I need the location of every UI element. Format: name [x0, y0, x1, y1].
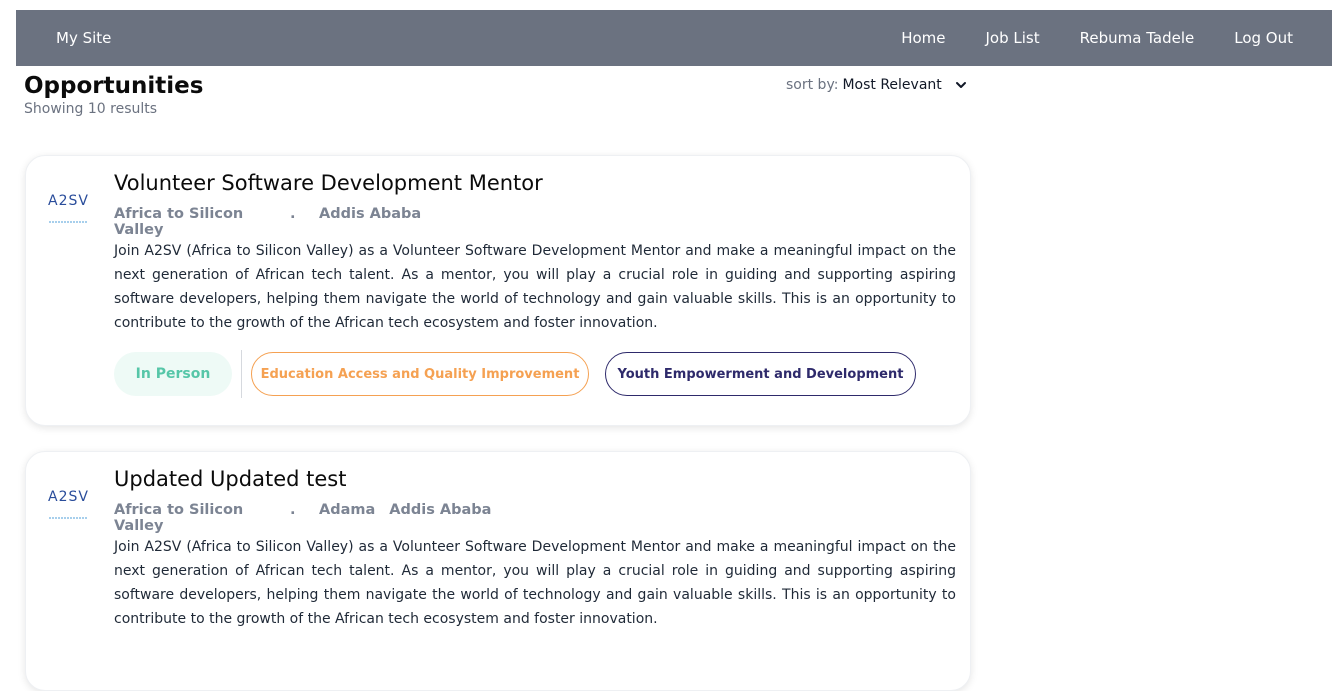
job-location: Addis Ababa [389, 502, 492, 518]
job-meta: Africa to Silicon Valley . Adama Addis A… [114, 502, 505, 534]
job-title[interactable]: Volunteer Software Development Mentor [114, 171, 543, 195]
tag-divider [241, 350, 242, 398]
job-location: Addis Ababa [319, 206, 422, 222]
logo-underline [49, 517, 88, 519]
job-description: Join A2SV (Africa to Silicon Valley) as … [114, 243, 956, 331]
job-location: Adama [319, 502, 376, 518]
nav-job-list-link[interactable]: Job List [986, 29, 1040, 47]
opportunity-card[interactable]: A2SV Volunteer Software Development Ment… [25, 155, 971, 426]
sort-select[interactable]: Most Relevant [842, 77, 941, 93]
opportunity-card[interactable]: A2SV Updated Updated test Africa to Sili… [25, 451, 971, 691]
result-count: Showing 10 results [24, 101, 158, 117]
company-logo: A2SV [48, 486, 92, 519]
tag-education[interactable]: Education Access and Quality Improvement [251, 352, 589, 396]
site-brand[interactable]: My Site [56, 29, 111, 47]
nav-home-link[interactable]: Home [901, 29, 945, 47]
tag-list: In Person Education Access and Quality I… [114, 350, 916, 398]
company-name: Africa to Silicon Valley [114, 206, 244, 238]
job-description: Join A2SV (Africa to Silicon Valley) as … [114, 539, 956, 627]
company-logo-text: A2SV [48, 193, 89, 209]
sort-label: sort by: [786, 77, 839, 93]
chevron-down-icon[interactable] [955, 79, 967, 91]
tag-in-person[interactable]: In Person [114, 352, 232, 396]
job-title[interactable]: Updated Updated test [114, 467, 346, 491]
nav-user-profile-link[interactable]: Rebuma Tadele [1080, 29, 1195, 47]
page-title: Opportunities [24, 73, 204, 99]
nav-logout-link[interactable]: Log Out [1234, 29, 1293, 47]
nav-links: Home Job List Rebuma Tadele Log Out [861, 29, 1293, 47]
meta-separator: . [290, 206, 296, 222]
company-logo: A2SV [48, 190, 92, 223]
tag-youth[interactable]: Youth Empowerment and Development [605, 352, 916, 396]
logo-underline [49, 221, 88, 223]
sort-control[interactable]: sort by: Most Relevant [786, 77, 967, 93]
company-name: Africa to Silicon Valley [114, 502, 244, 534]
company-logo-text: A2SV [48, 489, 89, 505]
job-meta: Africa to Silicon Valley . Addis Ababa [114, 206, 435, 238]
meta-separator: . [290, 502, 296, 518]
top-navbar: My Site Home Job List Rebuma Tadele Log … [16, 10, 1332, 66]
